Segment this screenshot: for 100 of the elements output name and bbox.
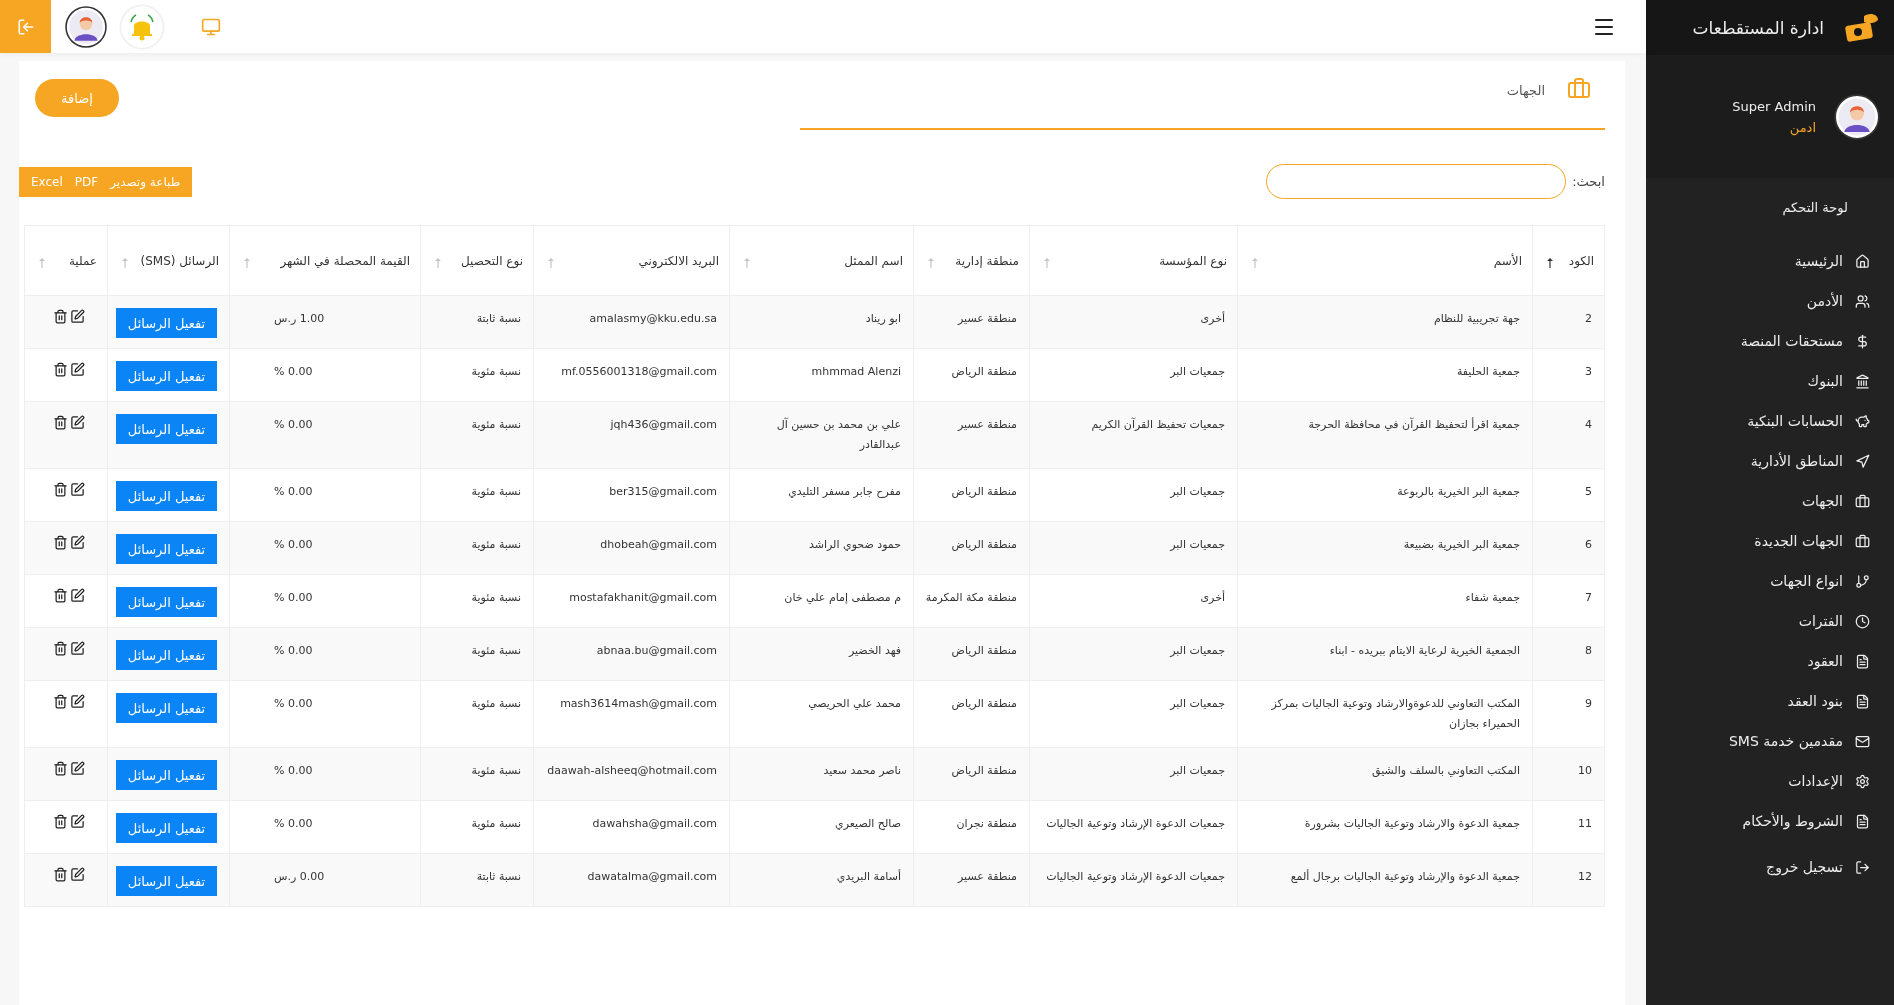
sidebar-item[interactable]: الجهات: [1646, 481, 1894, 521]
search-field[interactable]: [1266, 164, 1567, 199]
column-header[interactable]: نوع التحصيل: [420, 225, 534, 296]
column-header[interactable]: اسم الممثل: [729, 225, 914, 296]
delete-button[interactable]: [53, 482, 68, 497]
table-cell: منطقة الرياض: [951, 485, 1017, 498]
enable-messages-button[interactable]: تفعيل الرسائل: [116, 587, 217, 617]
table-cell: جمعيات تحفيظ القرآن الكريم: [1091, 418, 1225, 431]
enable-messages-button[interactable]: تفعيل الرسائل: [116, 414, 217, 444]
table-cell: جمعيات البر: [1170, 365, 1225, 378]
delete-button[interactable]: [53, 694, 68, 709]
table-cell: 5: [1585, 485, 1592, 498]
edit-button[interactable]: [70, 415, 85, 430]
sort-arrow-icon[interactable]: [1547, 257, 1553, 268]
table-cell: المكتب التعاوني بالسلف والشيق: [1372, 764, 1520, 777]
delete-button[interactable]: [53, 814, 68, 829]
table-cell: 10: [1578, 764, 1592, 777]
delete-button[interactable]: [53, 588, 68, 603]
document-icon: [1855, 813, 1870, 829]
sidebar-item[interactable]: الشروط والأحكام: [1646, 801, 1894, 841]
column-header[interactable]: منطقة إدارية: [913, 225, 1030, 296]
delete-button[interactable]: [53, 535, 68, 550]
table-cell: 0.00 %: [274, 644, 313, 657]
edit-button[interactable]: [70, 867, 85, 882]
piggy-bank-icon: [1855, 413, 1870, 429]
table-cell: جمعية البر الخيرية بضبيعة: [1403, 538, 1520, 551]
table-cell: فهد الخضير: [848, 644, 901, 657]
enable-messages-button[interactable]: تفعيل الرسائل: [116, 693, 217, 723]
sidebar-item[interactable]: الجهات الجديدة: [1646, 521, 1894, 561]
sidebar-item[interactable]: العقود: [1646, 641, 1894, 681]
sidebar-item[interactable]: الرئيسية: [1646, 241, 1894, 281]
table-cell: جمعية الحليفة: [1456, 365, 1520, 378]
enable-messages-button[interactable]: تفعيل الرسائل: [116, 640, 217, 670]
sidebar-item[interactable]: مستحقات المنصة: [1646, 321, 1894, 361]
sidebar-item[interactable]: تسجيل خروج: [1646, 847, 1894, 887]
table-cell: 0.00 %: [274, 591, 313, 604]
briefcase-icon: [1855, 493, 1870, 509]
edit-button[interactable]: [70, 362, 85, 377]
user-avatar: [1834, 93, 1880, 140]
enable-messages-button[interactable]: تفعيل الرسائل: [116, 361, 217, 391]
delete-button[interactable]: [53, 641, 68, 656]
table-cell: منطقة الرياض: [951, 365, 1017, 378]
edit-button[interactable]: [70, 482, 85, 497]
edit-button[interactable]: [70, 641, 85, 656]
sidebar-item[interactable]: البنوك: [1646, 361, 1894, 401]
table-cell: جمعيات البر: [1170, 697, 1225, 710]
sidebar-item[interactable]: الحسابات البنكية: [1646, 401, 1894, 441]
edit-button[interactable]: [70, 535, 85, 550]
briefcase-icon: [1855, 533, 1870, 549]
table-cell: جمعية اقرأ لتحفيظ القرآن في محافظة الحرجة: [1308, 418, 1520, 431]
table-cell: جمعيات البر: [1170, 538, 1225, 551]
column-header[interactable]: البريد الالكتروني: [533, 225, 730, 296]
profile-avatar: [65, 5, 107, 48]
table-cell: أخرى: [1200, 591, 1225, 604]
table-cell: أخرى: [1200, 312, 1225, 325]
edit-button[interactable]: [70, 814, 85, 829]
edit-button[interactable]: [70, 694, 85, 709]
table-cell: جمعيات البر: [1170, 644, 1225, 657]
settings-icon: [1855, 773, 1870, 789]
delete-button[interactable]: [53, 309, 68, 324]
table-cell: جمعية الدعوة والارشاد وتوعية الجاليات بشرورة: [1304, 817, 1520, 830]
column-header[interactable]: الرسائل (SMS): [107, 225, 230, 296]
delete-button[interactable]: [53, 761, 68, 776]
edit-button[interactable]: [70, 309, 85, 324]
column-header[interactable]: القيمة المحصلة في الشهر: [229, 225, 421, 296]
table-cell: منطقة الرياض: [951, 764, 1017, 777]
enable-messages-button[interactable]: تفعيل الرسائل: [116, 481, 217, 511]
column-header[interactable]: الأسم: [1237, 225, 1533, 296]
enable-messages-button[interactable]: تفعيل الرسائل: [116, 760, 217, 790]
table-cell: 11: [1578, 817, 1592, 830]
table-cell-text: mash3614mash@gmail.com: [560, 696, 717, 712]
sidebar-item[interactable]: المناطق الأدارية: [1646, 441, 1894, 481]
table-cell: منطقة عسير: [958, 870, 1017, 883]
sidebar-item[interactable]: بنود العقد: [1646, 681, 1894, 721]
sidebar-item[interactable]: انواع الجهات: [1646, 561, 1894, 601]
column-header[interactable]: الكود: [1532, 225, 1605, 296]
edit-button[interactable]: [70, 761, 85, 776]
table-cell: نسبة مئوية: [471, 644, 521, 657]
column-header[interactable]: نوع المؤسسة: [1029, 225, 1238, 296]
table-cell: جمعية البر الخيرية بالربوعة: [1397, 485, 1520, 498]
table-cell: نسبة ثابتة: [476, 870, 521, 883]
sidebar-item[interactable]: الإعدادات: [1646, 761, 1894, 801]
sidebar-item[interactable]: الفترات: [1646, 601, 1894, 641]
enable-messages-button[interactable]: تفعيل الرسائل: [116, 308, 217, 338]
table-cell: جمعيات البر: [1170, 485, 1225, 498]
delete-button[interactable]: [53, 362, 68, 377]
column-header[interactable]: عملية: [24, 225, 108, 296]
sidebar-item[interactable]: الأدمن: [1646, 281, 1894, 321]
delete-button[interactable]: [53, 415, 68, 430]
table-cell: نسبة مئوية: [471, 764, 521, 777]
table-cell: نسبة مئوية: [471, 538, 521, 551]
table-cell: 0.00 ر.س: [274, 870, 325, 883]
table-cell: ناصر محمد سعيد: [823, 764, 901, 777]
enable-messages-button[interactable]: تفعيل الرسائل: [116, 813, 217, 843]
enable-messages-button[interactable]: تفعيل الرسائل: [116, 866, 217, 896]
sidebar-item[interactable]: مقدمين خدمة SMS: [1646, 721, 1894, 761]
edit-button[interactable]: [70, 588, 85, 603]
home-icon: [1855, 253, 1870, 269]
enable-messages-button[interactable]: تفعيل الرسائل: [116, 534, 217, 564]
delete-button[interactable]: [53, 867, 68, 882]
